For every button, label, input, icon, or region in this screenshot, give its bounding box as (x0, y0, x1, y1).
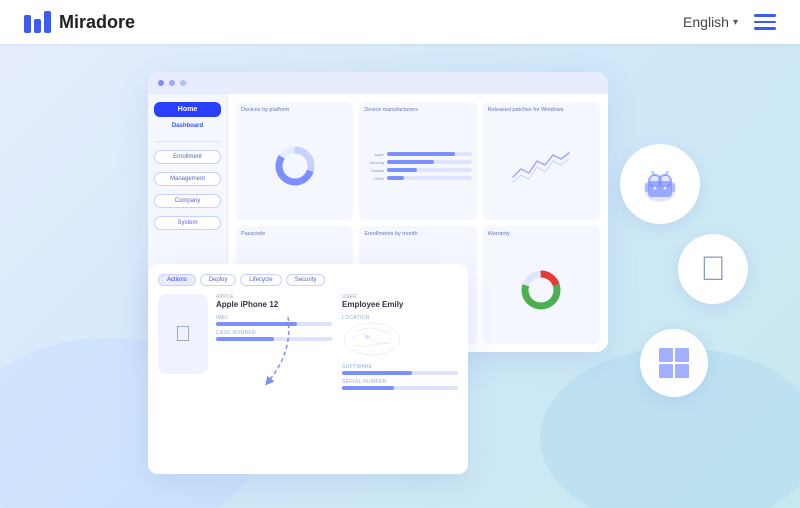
hbar-fill-3 (387, 168, 417, 172)
software-bar (342, 371, 458, 375)
android-icon-circle (620, 144, 700, 224)
apple-icon-circle:  (678, 234, 748, 304)
window-titlebar (148, 72, 608, 94)
device-col-left: Apple Apple iPhone 12 IMEI CASE NUMBER (216, 294, 332, 390)
sidebar-system[interactable]: System (154, 216, 221, 230)
hbar-row-2: Samsng (364, 160, 471, 165)
serial-bar-fill (342, 386, 394, 390)
win-dot-1 (158, 80, 164, 86)
hbar-track-4 (387, 176, 471, 180)
card-device-manufacturers: Device manufacturers Apple Samsng (359, 102, 476, 220)
donut-chart-1 (273, 144, 317, 188)
hbar-track-2 (387, 160, 471, 164)
tab-actions[interactable]: Actions (158, 274, 196, 286)
windows-icon (656, 345, 692, 381)
hbar-label-4: Other (364, 176, 384, 181)
card-title-6: Warranty (488, 231, 595, 237)
imei-label: IMEI (216, 315, 332, 321)
line-chart (511, 147, 571, 185)
donut-chart-3 (519, 268, 563, 312)
header: Miradore English ▾ (0, 0, 800, 44)
language-selector[interactable]: English ▾ (683, 14, 738, 30)
case-bar-fill (216, 337, 274, 341)
sidebar-home-btn[interactable]: Home (154, 102, 221, 117)
card-visual-2: Apple Samsng (364, 117, 471, 215)
language-label: English (683, 14, 729, 30)
hamburger-line-1 (754, 14, 776, 17)
language-arrow-icon: ▾ (733, 17, 738, 28)
card-visual-1 (241, 117, 348, 215)
logo-bar-3 (44, 11, 51, 33)
win-dot-2 (169, 80, 175, 86)
hbar-fill-2 (387, 160, 433, 164)
device-info-row:  Apple Apple iPhone 12 IMEI (158, 294, 458, 390)
sidebar-enrollment[interactable]: Enrollment (154, 150, 221, 164)
card-title-5: Enrollments by month (364, 231, 471, 237)
card-title-1: Devices by platform (241, 107, 348, 113)
windows-icon-circle (640, 329, 708, 397)
hbar-chart: Apple Samsng (364, 152, 471, 181)
device-info: Apple Apple iPhone 12 IMEI CASE NUMBER (216, 294, 458, 390)
user-name: Employee Emily (342, 300, 458, 309)
logo-icon (24, 11, 51, 33)
logo-bar-2 (34, 19, 41, 33)
imei-bar-fill (216, 322, 297, 326)
sidebar-company[interactable]: Company (154, 194, 221, 208)
card-warranty: Warranty (483, 226, 600, 344)
apple-device-icon:  (175, 321, 192, 347)
hbar-row-1: Apple (364, 152, 471, 157)
sidebar-dashboard-label: Dashboard (154, 123, 221, 129)
android-icon (637, 161, 683, 207)
card-title-4: Passcode (241, 231, 348, 237)
hbar-row-4: Other (364, 176, 471, 181)
hbar-label-1: Apple (364, 152, 384, 157)
sidebar-divider-1 (154, 141, 221, 142)
hbar-row-3: Huawei (364, 168, 471, 173)
case-number-label: CASE NUMBER (216, 330, 332, 336)
card-title-2: Device manufacturers (364, 107, 471, 113)
card-title-3: Released patches for Windows (488, 107, 595, 113)
device-col-right: User Employee Emily Location (342, 294, 458, 390)
tab-security[interactable]: Security (286, 274, 326, 286)
software-label: Software (342, 364, 458, 370)
device-tabs: Actions Deploy Lifecycle Security (158, 274, 458, 286)
tab-deploy[interactable]: Deploy (200, 274, 237, 286)
apple-os-icon:  (700, 252, 726, 286)
logo-text: Miradore (59, 12, 135, 33)
world-map-mini (342, 321, 402, 357)
serial-bar (342, 386, 458, 390)
win-dot-3 (180, 80, 186, 86)
hamburger-menu[interactable] (754, 14, 776, 30)
logo-bar-1 (24, 15, 31, 33)
hbar-track-1 (387, 152, 471, 156)
device-icon-box:  (158, 294, 208, 374)
hbar-track-3 (387, 168, 471, 172)
hbar-label-3: Huawei (364, 168, 384, 173)
device-window: Actions Deploy Lifecycle Security  Appl… (148, 264, 468, 474)
hamburger-line-2 (754, 21, 776, 24)
hamburger-line-3 (754, 27, 776, 30)
card-released-patches: Released patches for Windows (483, 102, 600, 220)
hbar-label-2: Samsng (364, 160, 384, 165)
device-name: Apple iPhone 12 (216, 300, 332, 309)
hbar-fill-4 (387, 176, 404, 180)
serial-number-label: Serial number (342, 379, 458, 385)
hbar-fill-1 (387, 152, 454, 156)
card-devices-by-platform: Devices by platform (236, 102, 353, 220)
imei-bar (216, 322, 332, 326)
tab-lifecycle[interactable]: Lifecycle (240, 274, 281, 286)
case-bar (216, 337, 332, 341)
sidebar-management[interactable]: Management (154, 172, 221, 186)
logo: Miradore (24, 11, 135, 33)
card-visual-6 (488, 241, 595, 339)
card-visual-3 (488, 117, 595, 215)
device-info-cols: Apple Apple iPhone 12 IMEI CASE NUMBER (216, 294, 458, 390)
header-right: English ▾ (683, 14, 776, 30)
software-bar-fill (342, 371, 412, 375)
main-area: Home Dashboard Enrollment Management Com… (0, 44, 800, 508)
